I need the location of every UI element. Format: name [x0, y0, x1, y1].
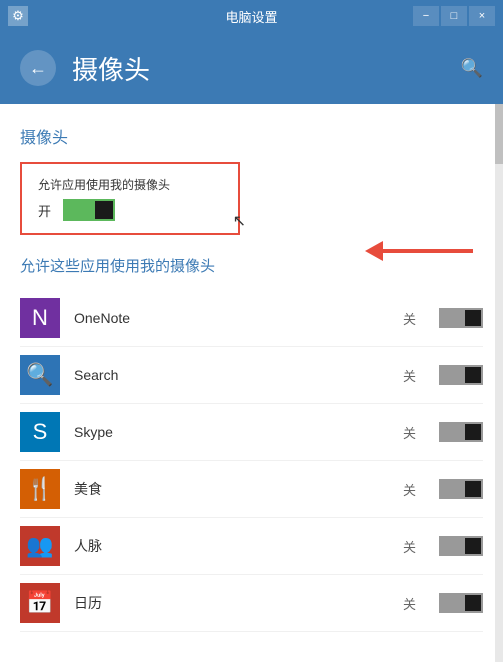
camera-toggle-row: 开 ↖: [38, 199, 222, 221]
apps-subtitle: 允许这些应用使用我的摄像头: [20, 255, 483, 276]
camera-toggle-label: 允许应用使用我的摄像头: [38, 176, 222, 193]
section-title: 摄像头: [20, 124, 483, 148]
app-status: 关: [403, 309, 423, 328]
app-icon: N: [20, 298, 60, 338]
app-status: 关: [403, 366, 423, 385]
app-toggle-switch[interactable]: [439, 422, 483, 442]
app-icon: 🍴: [20, 469, 60, 509]
list-item: 🍴 美食 关: [20, 461, 483, 518]
app-toggle-switch[interactable]: [439, 308, 483, 328]
app-icon: ⚙: [8, 6, 28, 26]
app-status: 关: [403, 423, 423, 442]
app-icon: S: [20, 412, 60, 452]
arrow-line: [383, 249, 473, 253]
app-name: 日历: [74, 593, 403, 613]
cursor-indicator: ↖: [233, 211, 246, 231]
list-item: 📅 日历 关: [20, 575, 483, 632]
list-item: N OneNote 关: [20, 290, 483, 347]
list-item: 🔍 Search 关: [20, 347, 483, 404]
back-button[interactable]: ←: [20, 50, 56, 86]
camera-toggle-status: 开: [38, 201, 51, 220]
close-button[interactable]: ×: [469, 6, 495, 26]
app-name: 人脉: [74, 536, 403, 556]
toggle-track: [63, 199, 115, 221]
list-item: 👥 人脉 关: [20, 518, 483, 575]
app-icon: 🔍: [20, 355, 60, 395]
window-title: 电脑设置: [225, 7, 277, 26]
title-bar: ⚙ 电脑设置 − □ ×: [0, 0, 503, 32]
camera-toggle-switch[interactable]: [63, 199, 115, 221]
red-arrow: [383, 249, 473, 253]
app-toggle-thumb: [465, 367, 481, 383]
app-name: Search: [74, 367, 403, 383]
app-toggle-thumb: [465, 424, 481, 440]
app-toggle-thumb: [465, 595, 481, 611]
app-icon: 📅: [20, 583, 60, 623]
arrow-head: [365, 241, 383, 261]
toggle-thumb: [95, 201, 113, 219]
gear-icon: ⚙: [12, 8, 24, 24]
app-name: 美食: [74, 479, 403, 499]
page-header: ← 摄像头 🔍: [0, 32, 503, 104]
app-toggle-switch[interactable]: [439, 536, 483, 556]
app-toggle-switch[interactable]: [439, 479, 483, 499]
restore-button[interactable]: □: [441, 6, 467, 26]
app-toggle-switch[interactable]: [439, 593, 483, 613]
app-toggle-thumb: [465, 310, 481, 326]
app-status: 关: [403, 537, 423, 556]
app-icon: 👥: [20, 526, 60, 566]
app-name: Skype: [74, 424, 403, 440]
content-area: 摄像头 允许应用使用我的摄像头 开 ↖ 允许这些应用使用我的摄像头 N OneN…: [0, 104, 503, 662]
app-name: OneNote: [74, 310, 403, 326]
app-toggle-thumb: [465, 538, 481, 554]
app-toggle-thumb: [465, 481, 481, 497]
page-title: 摄像头: [72, 50, 150, 87]
search-button[interactable]: 🔍: [461, 58, 483, 79]
back-icon: ←: [29, 58, 47, 79]
app-toggle-switch[interactable]: [439, 365, 483, 385]
window-controls: − □ ×: [413, 6, 495, 26]
scrollbar-track[interactable]: [495, 104, 503, 662]
app-status: 关: [403, 594, 423, 613]
app-status: 关: [403, 480, 423, 499]
camera-toggle-box: 允许应用使用我的摄像头 开 ↖: [20, 162, 240, 235]
list-item: S Skype 关: [20, 404, 483, 461]
app-list: N OneNote 关 🔍 Search 关 S Skype 关 🍴 美食 关: [20, 290, 483, 632]
scrollbar-thumb[interactable]: [495, 104, 503, 164]
minimize-button[interactable]: −: [413, 6, 439, 26]
